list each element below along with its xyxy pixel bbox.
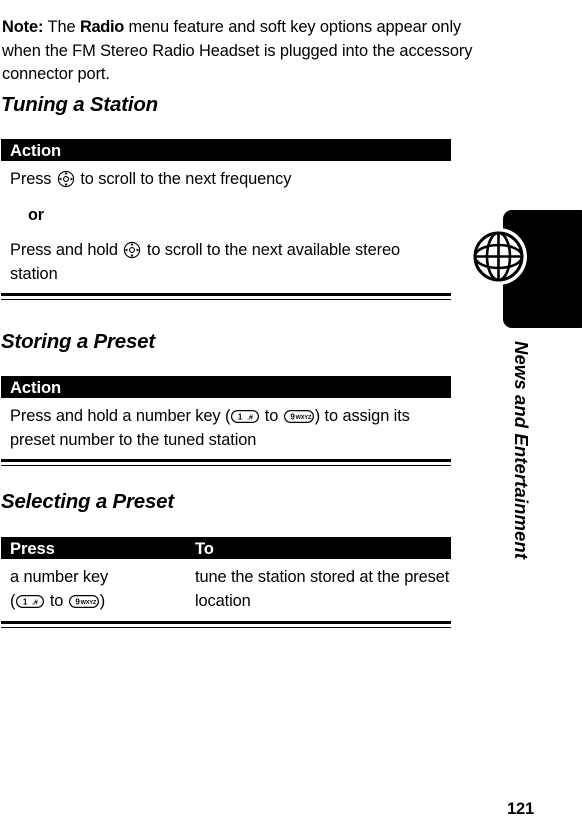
column-header-action: Action bbox=[10, 141, 62, 160]
row-text-to: to bbox=[260, 407, 283, 425]
table-body: a number key (1 .# to 9 WXYZ) tune the sta… bbox=[1, 559, 451, 618]
table-row: Press and hold a number key ( 1 .# to 9 WXY… bbox=[1, 405, 451, 452]
paren-open: ( bbox=[10, 591, 16, 610]
column-header-to: To bbox=[195, 539, 214, 558]
column-header-press: Press bbox=[10, 539, 55, 558]
table-bottom-rule-thick bbox=[1, 459, 451, 462]
key-1-icon: 1 .# bbox=[231, 410, 260, 423]
table-row: Press and hold to scroll to the next ava… bbox=[1, 239, 451, 286]
key-9-icon: 9 WXYZ bbox=[68, 594, 99, 608]
page-content: Note: The Radio menu feature and soft ke… bbox=[0, 0, 472, 838]
table-row: a number key (1 .# to 9 WXYZ) tune the sta… bbox=[1, 566, 451, 618]
svg-text:.#: .# bbox=[247, 415, 253, 422]
section-heading-storing: Storing a Preset bbox=[1, 330, 156, 353]
table-bottom-rule-thin bbox=[1, 627, 451, 628]
svg-text:WXYZ: WXYZ bbox=[295, 415, 311, 421]
note-emphasis: Radio bbox=[79, 18, 124, 37]
table-bottom-rule-thin bbox=[1, 465, 451, 466]
row-text-scroll: to scroll to the next frequency bbox=[75, 170, 292, 188]
section-heading-selecting: Selecting a Preset bbox=[1, 490, 175, 513]
table-selecting-a-preset: Press To a number key (1 .# to 9 WXYZ) tun… bbox=[1, 537, 451, 628]
cell-press-line1: a number key bbox=[10, 568, 109, 586]
svg-text:.#: .# bbox=[33, 599, 39, 606]
table-body: Press to scroll to the next frequency or… bbox=[1, 161, 451, 290]
table-header-row: Action bbox=[1, 376, 451, 398]
page-number: 121 bbox=[507, 800, 534, 818]
table-tuning-a-station: Action Press to scroll to the next frequ… bbox=[1, 139, 451, 300]
note-paragraph: Note: The Radio menu feature and soft ke… bbox=[2, 16, 484, 87]
text-to: to bbox=[45, 591, 68, 610]
svg-text:1: 1 bbox=[238, 413, 243, 422]
note-text-before: The bbox=[43, 18, 80, 37]
key-1-icon: 1 .# bbox=[16, 594, 45, 608]
table-body: Press and hold a number key ( 1 .# to 9 WXY… bbox=[1, 398, 451, 456]
table-header-row: Press To bbox=[1, 537, 451, 559]
row-text-press-hold-number: Press and hold a number key ( bbox=[10, 407, 231, 425]
globe-icon bbox=[470, 228, 527, 285]
svg-text:1: 1 bbox=[23, 597, 28, 606]
note-label: Note: bbox=[2, 18, 44, 37]
table-storing-a-preset: Action Press and hold a number key ( 1 .# … bbox=[1, 376, 451, 466]
nav-key-icon bbox=[57, 170, 75, 188]
nav-key-icon bbox=[123, 241, 141, 259]
svg-text:WXYZ: WXYZ bbox=[80, 600, 96, 606]
table-bottom-rule-thin bbox=[1, 299, 451, 300]
cell-press: a number key (1 .# to 9 WXYZ) bbox=[10, 566, 190, 613]
column-header-action: Action bbox=[10, 378, 62, 397]
svg-text:9: 9 bbox=[75, 597, 80, 606]
table-row: Press to scroll to the next frequency bbox=[1, 168, 451, 192]
table-bottom-rule-thick bbox=[1, 621, 451, 624]
chapter-label: News and Entertainment bbox=[511, 341, 532, 560]
section-heading-tuning: Tuning a Station bbox=[1, 93, 158, 116]
cell-to: tune the station stored at the preset lo… bbox=[195, 568, 450, 610]
table-header-row: Action bbox=[1, 139, 451, 161]
cell-press-line2: (1 .# to 9 WXYZ) bbox=[10, 590, 190, 614]
row-text-press-hold: Press and hold bbox=[10, 241, 123, 259]
table-row-or: or bbox=[28, 205, 44, 224]
key-9-icon: 9 WXYZ bbox=[283, 410, 314, 423]
paren-close: ) bbox=[99, 591, 106, 610]
table-bottom-rule-thick bbox=[1, 293, 451, 296]
svg-text:9: 9 bbox=[290, 413, 295, 422]
row-text-press: Press bbox=[10, 170, 56, 188]
